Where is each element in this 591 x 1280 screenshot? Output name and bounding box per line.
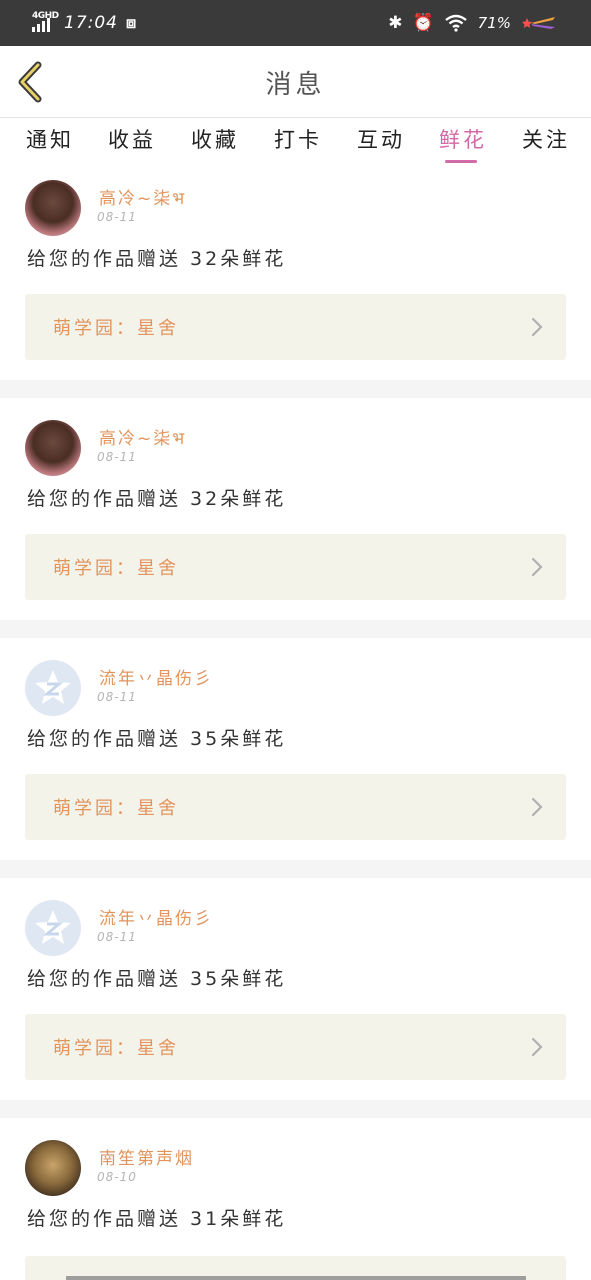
tab-following[interactable]: 关注 [522,124,570,154]
status-time: 17:04 [64,13,118,33]
page-title: 消息 [265,70,326,100]
tab-income[interactable]: 收益 [108,124,156,154]
message-date: 08-11 [97,210,137,224]
message-text: 给您的作品赠送 35朵鲜花 [27,728,287,750]
active-tab-indicator [445,160,477,163]
chevron-right-icon [531,797,543,817]
work-link[interactable]: 萌学园：星舍 [25,294,566,360]
message-card: 流年丷晶伤彡 08-11 给您的作品赠送 35朵鲜花 萌学园：星舍 [0,644,591,866]
username[interactable]: 高冷~柒भ [99,184,186,209]
message-card: 高冷~柒भ 08-11 给您的作品赠送 32朵鲜花 萌学园：星舍 [0,164,591,386]
username[interactable]: 流年丷晶伤彡 [99,664,213,689]
work-title: 萌学园：星舍 [53,798,179,819]
card-divider [0,860,591,878]
notification-icon: ⧈ [126,13,137,32]
message-text: 给您的作品赠送 32朵鲜花 [27,248,287,270]
message-text: 给您的作品赠送 32朵鲜花 [27,488,287,510]
message-date: 08-11 [97,930,137,944]
alarm-icon: ⏰ [412,13,434,33]
tab-favorites[interactable]: 收藏 [191,124,239,154]
chevron-right-icon [531,317,543,337]
card-divider [0,1100,591,1118]
scroll-shadow [66,1276,526,1280]
battery-level: 71% [477,14,511,32]
tab-notice[interactable]: 通知 [26,124,74,154]
username[interactable]: 南笙第声烟 [99,1144,194,1169]
username[interactable]: 流年丷晶伤彡 [99,904,213,929]
tab-bar: 通知 收益 收藏 打卡 互动 鲜花 关注 [0,118,591,164]
work-title: 萌学园：星舍 [53,318,179,339]
avatar[interactable] [25,1140,81,1196]
bluetooth-icon: ✱ [388,13,403,33]
signal-icon: 4GHD [30,11,59,34]
work-link[interactable]: 萌学园：星舍 [25,1014,566,1080]
status-bar: 4GHD 17:04 ⧈ ✱ ⏰ 71% [0,0,591,46]
avatar[interactable] [25,420,81,476]
message-date: 08-11 [97,450,137,464]
wifi-icon [444,14,467,32]
chevron-right-icon [531,1037,543,1057]
battery-star-icon [522,17,555,29]
username[interactable]: 高冷~柒भ [99,424,186,449]
message-text: 给您的作品赠送 31朵鲜花 [27,1208,287,1230]
message-text: 给您的作品赠送 35朵鲜花 [27,968,287,990]
work-link[interactable]: 萌学园：星舍 [25,774,566,840]
tab-interaction[interactable]: 互动 [357,124,405,154]
chevron-right-icon [531,557,543,577]
avatar[interactable] [25,660,81,716]
work-link[interactable]: 萌学园：星舍 [25,534,566,600]
tab-flowers[interactable]: 鲜花 [439,124,487,154]
message-card: 高冷~柒भ 08-11 给您的作品赠送 32朵鲜花 萌学园：星舍 [0,404,591,626]
avatar[interactable] [25,180,81,236]
avatar[interactable] [25,900,81,956]
work-title: 萌学园：星舍 [53,558,179,579]
message-card: 流年丷晶伤彡 08-11 给您的作品赠送 35朵鲜花 萌学园：星舍 [0,884,591,1106]
tab-checkin[interactable]: 打卡 [274,124,322,154]
card-divider [0,620,591,638]
message-date: 08-10 [97,1170,137,1184]
card-divider [0,380,591,398]
default-avatar-icon [35,670,71,704]
message-date: 08-11 [97,690,137,704]
work-title: 萌学园：星舍 [53,1038,179,1059]
app-header: 消息 [0,46,591,118]
default-avatar-icon [35,910,71,944]
